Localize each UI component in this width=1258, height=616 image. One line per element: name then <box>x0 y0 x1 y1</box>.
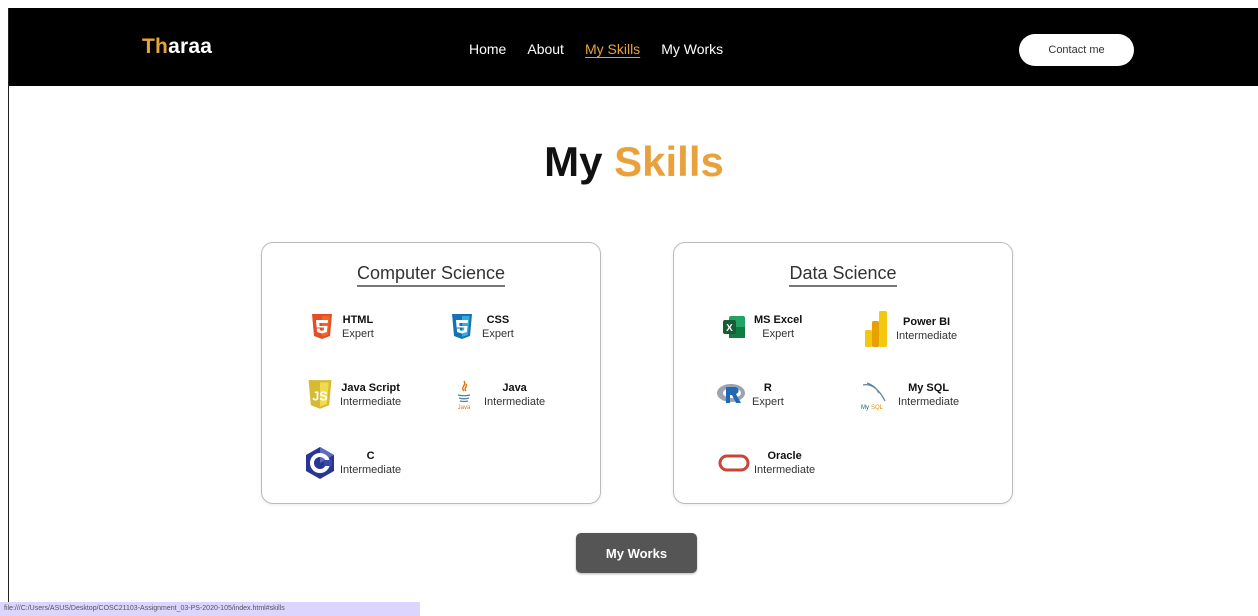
page-title-part2: Skills <box>614 138 724 185</box>
skill-ms-excel: X MS Excel Expert <box>718 311 802 343</box>
skill-text: Oracle Intermediate <box>754 449 815 477</box>
computer-science-card: Computer Science HTML Expert CSS Expert … <box>261 242 601 504</box>
card-title: Data Science <box>674 263 1012 287</box>
skill-level: Expert <box>342 328 374 340</box>
skill-name: Java <box>502 382 527 394</box>
brand-rest: araa <box>168 35 213 58</box>
power-bi-icon <box>860 309 892 349</box>
skill-name: C <box>366 450 375 462</box>
brand-highlight: Th <box>142 35 169 58</box>
skill-name: Java Script <box>341 382 400 394</box>
skill-name: MS Excel <box>754 314 803 326</box>
skill-my-sql: My SQL My SQL Intermediate <box>856 379 959 411</box>
skill-text: Java Script Intermediate <box>340 381 401 409</box>
skill-level: Intermediate <box>340 396 402 408</box>
contact-me-button[interactable]: Contact me <box>1019 34 1134 66</box>
skill-level: Intermediate <box>898 396 960 408</box>
my-works-button[interactable]: My Works <box>576 533 697 573</box>
mysql-icon: My SQL <box>856 379 894 411</box>
skill-name: My SQL <box>908 382 950 394</box>
skill-c: C Intermediate <box>304 447 401 479</box>
brand-logo[interactable]: Tharaa <box>142 35 212 59</box>
css3-icon <box>446 311 478 343</box>
skill-name: R <box>763 382 772 394</box>
skill-text: MS Excel Expert <box>754 313 802 341</box>
card-title-text: Computer Science <box>356 263 506 287</box>
oracle-icon <box>718 447 750 479</box>
html5-icon <box>306 311 338 343</box>
skill-power-bi: Power BI Intermediate <box>860 309 957 349</box>
skill-name: HTML <box>342 314 374 326</box>
card-title-text: Data Science <box>789 263 897 287</box>
skill-text: Java Intermediate <box>484 381 545 409</box>
skill-level: Expert <box>762 328 795 340</box>
page: Tharaa Home About My Skills My Works Con… <box>8 8 1258 616</box>
java-icon: Java <box>448 379 480 411</box>
skill-level: Intermediate <box>754 464 816 476</box>
svg-text:Java: Java <box>458 405 471 411</box>
status-bar-url: file:///C:/Users/ASUS/Desktop/COSC21103-… <box>0 602 420 616</box>
nav-link-about[interactable]: About <box>527 41 564 57</box>
navbar: Tharaa Home About My Skills My Works Con… <box>9 8 1258 86</box>
page-title-part1: My <box>544 138 603 185</box>
skill-oracle: Oracle Intermediate <box>718 447 815 479</box>
page-title: My Skills <box>9 138 1258 186</box>
skill-name: Power BI <box>903 316 951 328</box>
nav-link-my-works[interactable]: My Works <box>661 41 723 57</box>
skill-text: My SQL Intermediate <box>898 381 959 409</box>
svg-text:My: My <box>861 405 869 411</box>
card-title: Computer Science <box>262 263 600 287</box>
skill-css: CSS Expert <box>446 311 514 343</box>
nav-links: Home About My Skills My Works <box>469 41 723 57</box>
nav-link-my-skills[interactable]: My Skills <box>585 41 640 57</box>
skill-text: C Intermediate <box>340 449 401 477</box>
javascript-icon: JS <box>304 379 336 411</box>
svg-text:JS: JS <box>312 390 327 404</box>
skill-r: R Expert <box>716 379 784 411</box>
skill-javascript: JS Java Script Intermediate <box>304 379 401 411</box>
skill-text: HTML Expert <box>342 313 374 341</box>
c-language-icon <box>304 447 336 479</box>
skill-level: Intermediate <box>896 330 958 342</box>
svg-text:X: X <box>726 323 733 334</box>
skill-text: R Expert <box>752 381 784 409</box>
data-science-card: Data Science X MS Excel Expert Power BI … <box>673 242 1013 504</box>
excel-icon: X <box>718 311 750 343</box>
skill-name: Oracle <box>767 450 802 462</box>
skill-text: CSS Expert <box>482 313 514 341</box>
nav-link-home[interactable]: Home <box>469 41 506 57</box>
skill-level: Intermediate <box>340 464 402 476</box>
svg-text:SQL: SQL <box>871 405 884 411</box>
r-language-icon <box>716 379 748 411</box>
skill-java: Java Java Intermediate <box>448 379 545 411</box>
skill-text: Power BI Intermediate <box>896 315 957 343</box>
skill-level: Expert <box>482 328 514 340</box>
skill-html: HTML Expert <box>306 311 374 343</box>
skill-name: CSS <box>486 314 510 326</box>
skill-level: Intermediate <box>484 396 546 408</box>
skill-level: Expert <box>752 396 784 408</box>
